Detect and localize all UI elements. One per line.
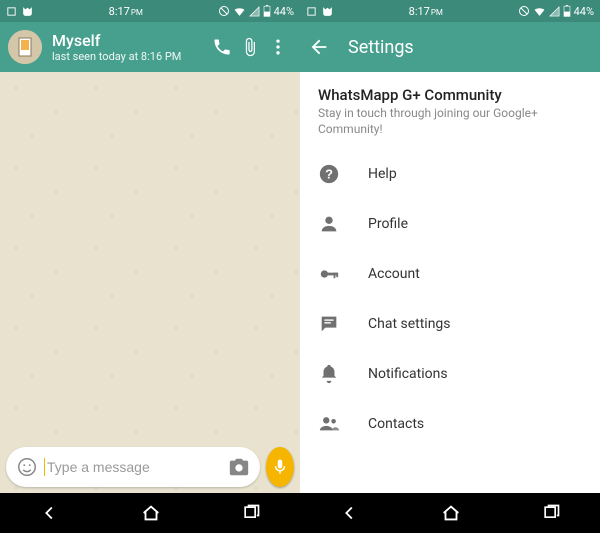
statusbar-battery: 44% <box>574 5 594 18</box>
nav-recent-icon[interactable] <box>241 503 261 523</box>
chat-background <box>0 72 300 493</box>
nav-back-icon[interactable] <box>39 502 61 524</box>
message-input-pill <box>6 447 260 487</box>
signal-icon <box>549 6 560 17</box>
phone-left: 8:17PM 44% Myself last seen today at 8:1… <box>0 0 300 533</box>
settings-item-account[interactable]: Account <box>300 249 600 299</box>
settings-item-profile[interactable]: Profile <box>300 199 600 249</box>
chat-appbar: Myself last seen today at 8:16 PM <box>0 22 300 72</box>
help-icon: ? <box>318 163 358 185</box>
cat-icon <box>21 5 34 18</box>
nav-home-icon[interactable] <box>440 502 462 524</box>
navbar <box>0 493 300 533</box>
settings-item-label: Profile <box>368 216 408 232</box>
settings-item-label: Help <box>368 166 397 182</box>
settings-appbar: Settings <box>300 22 600 72</box>
chat-name: Myself <box>52 31 208 50</box>
settings-appbar-title: Settings <box>348 37 414 58</box>
statusbar: 8:17PM 44% <box>0 0 300 22</box>
dnd-icon <box>518 5 530 17</box>
wifi-icon <box>233 5 246 18</box>
emoji-icon[interactable] <box>16 456 38 478</box>
settings-item-chat-settings[interactable]: Chat settings <box>300 299 600 349</box>
phone-right: 8:17PM 44% Settings WhatsMapp G+ Communi… <box>300 0 600 533</box>
chat-title-block[interactable]: Myself last seen today at 8:16 PM <box>52 31 208 63</box>
settings-item-label: Chat settings <box>368 316 451 332</box>
statusbar-time: 8:17 <box>109 5 130 18</box>
cat-icon <box>321 5 334 18</box>
navbar <box>300 493 600 533</box>
community-sub: Stay in touch through joining our Google… <box>318 106 582 137</box>
person-icon <box>318 213 358 235</box>
community-header[interactable]: WhatsMapp G+ Community Stay in touch thr… <box>300 72 600 149</box>
nav-back-icon[interactable] <box>339 502 361 524</box>
signal-icon <box>249 6 260 17</box>
attach-icon[interactable] <box>236 37 264 57</box>
chat-last-seen: last seen today at 8:16 PM <box>52 50 208 63</box>
avatar[interactable] <box>8 30 42 64</box>
nav-home-icon[interactable] <box>140 502 162 524</box>
mic-button[interactable] <box>266 447 294 487</box>
settings-item-label: Notifications <box>368 366 448 382</box>
settings-item-label: Contacts <box>368 416 424 432</box>
notif-icon <box>6 6 17 17</box>
input-cursor <box>44 458 45 476</box>
dnd-icon <box>218 5 230 17</box>
statusbar-time: 8:17 <box>409 5 430 18</box>
settings-item-contacts[interactable]: Contacts <box>300 399 600 449</box>
statusbar-battery: 44% <box>274 5 294 18</box>
nav-recent-icon[interactable] <box>541 503 561 523</box>
community-title: WhatsMapp G+ Community <box>318 86 582 104</box>
svg-text:?: ? <box>325 167 333 182</box>
message-input[interactable] <box>47 459 228 475</box>
chat-icon <box>318 313 358 335</box>
settings-item-notifications[interactable]: Notifications <box>300 349 600 399</box>
call-icon[interactable] <box>208 37 236 57</box>
statusbar: 8:17PM 44% <box>300 0 600 22</box>
input-row <box>6 447 294 487</box>
more-icon[interactable] <box>264 37 292 57</box>
contacts-icon <box>318 413 358 435</box>
bell-icon <box>318 363 358 385</box>
key-icon <box>318 263 358 285</box>
statusbar-time-suffix: PM <box>131 8 143 17</box>
wifi-icon <box>533 5 546 18</box>
statusbar-time-suffix: PM <box>431 8 443 17</box>
settings-body: WhatsMapp G+ Community Stay in touch thr… <box>300 72 600 493</box>
back-icon[interactable] <box>308 36 330 58</box>
notif-icon <box>306 6 317 17</box>
settings-item-label: Account <box>368 266 420 282</box>
battery-icon <box>263 5 271 17</box>
battery-icon <box>563 5 571 17</box>
camera-icon[interactable] <box>228 456 250 478</box>
settings-item-help[interactable]: ? Help <box>300 149 600 199</box>
